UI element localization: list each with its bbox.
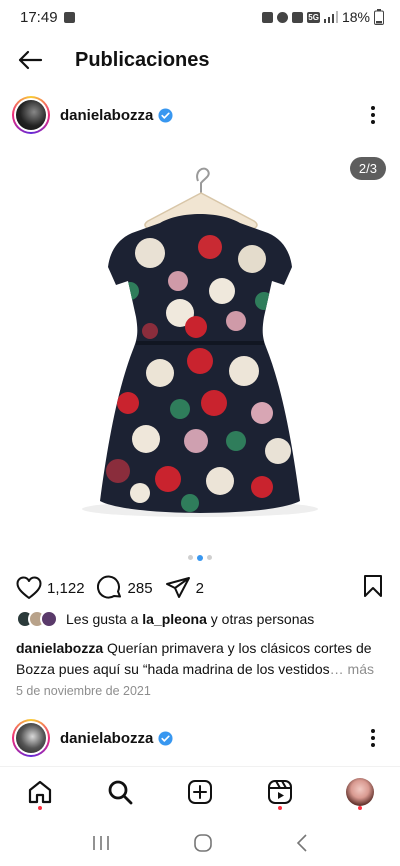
add-post-icon bbox=[188, 779, 212, 804]
signal-icon bbox=[323, 11, 338, 23]
likes-count[interactable]: 1,122 bbox=[47, 580, 85, 597]
search-icon bbox=[108, 780, 133, 804]
system-navigation bbox=[0, 820, 400, 866]
more-options-button[interactable] bbox=[358, 723, 388, 753]
save-button[interactable] bbox=[362, 574, 384, 602]
liked-by-user[interactable]: la_pleona bbox=[142, 611, 207, 627]
comments-count[interactable]: 285 bbox=[128, 580, 153, 597]
avatar[interactable] bbox=[12, 96, 50, 134]
post-caption: danielabozza Querían primavera y los clá… bbox=[16, 638, 386, 680]
page-title: Publicaciones bbox=[75, 48, 210, 71]
network-type: 5G bbox=[307, 11, 320, 23]
nav-create[interactable] bbox=[180, 772, 220, 812]
lock-icon bbox=[262, 11, 274, 23]
notification-icon bbox=[63, 11, 75, 23]
arrow-left-icon bbox=[18, 50, 43, 70]
post-date: 5 de noviembre de 2021 bbox=[16, 684, 151, 698]
comment-button[interactable]: 285 bbox=[96, 575, 153, 601]
nav-reels[interactable] bbox=[260, 772, 300, 812]
carousel-dot bbox=[188, 555, 193, 560]
battery-percent: 18% bbox=[341, 9, 370, 25]
home-icon bbox=[28, 780, 52, 803]
recent-apps-icon[interactable] bbox=[91, 834, 111, 852]
bottom-navigation bbox=[0, 766, 400, 816]
back-button[interactable] bbox=[0, 38, 60, 82]
like-button[interactable]: 1,122 bbox=[16, 576, 85, 600]
liked-by-suffix[interactable]: y otras personas bbox=[211, 611, 315, 627]
verified-badge-icon bbox=[158, 107, 173, 123]
notification-dot bbox=[358, 805, 362, 810]
carousel-dot bbox=[207, 555, 212, 560]
caption-more-link[interactable]: … más bbox=[330, 661, 374, 677]
bookmark-icon bbox=[364, 575, 382, 597]
liked-by-prefix: Les gusta a bbox=[66, 611, 139, 627]
status-bar: 17:49 5G 18% bbox=[0, 0, 400, 34]
next-post-username[interactable]: danielabozza bbox=[60, 730, 153, 747]
liked-by-text: Les gusta a la_pleona y otras personas bbox=[66, 611, 314, 627]
caption-username[interactable]: danielabozza bbox=[16, 640, 103, 656]
more-vertical-icon bbox=[371, 106, 375, 124]
share-button[interactable]: 2 bbox=[165, 576, 204, 600]
alarm-icon bbox=[277, 11, 289, 23]
battery-icon bbox=[374, 9, 384, 25]
send-icon bbox=[165, 577, 190, 598]
back-chevron-icon[interactable] bbox=[295, 833, 309, 853]
post-username[interactable]: danielabozza bbox=[60, 107, 153, 124]
heart-icon bbox=[16, 576, 42, 599]
liker-avatar bbox=[40, 610, 58, 628]
nav-home[interactable] bbox=[20, 772, 60, 812]
home-circle-icon[interactable] bbox=[193, 833, 213, 853]
dress-photo bbox=[82, 167, 318, 517]
comment-icon bbox=[96, 575, 121, 599]
nav-search[interactable] bbox=[100, 772, 140, 812]
notification-dot bbox=[278, 805, 282, 810]
slide-counter: 2/3 bbox=[349, 157, 386, 180]
shares-count[interactable]: 2 bbox=[196, 580, 204, 597]
post-actions: 1,122 285 2 bbox=[0, 570, 400, 606]
notification-dot bbox=[38, 805, 42, 810]
vibrate-icon bbox=[292, 11, 304, 23]
more-vertical-icon bbox=[371, 729, 375, 747]
status-time: 17:49 bbox=[20, 8, 58, 26]
verified-badge-icon bbox=[158, 730, 173, 746]
liked-by-row[interactable]: Les gusta a la_pleona y otras personas bbox=[16, 610, 314, 628]
nav-profile[interactable] bbox=[340, 772, 380, 812]
carousel-indicator bbox=[0, 554, 400, 561]
page-header: Publicaciones bbox=[0, 38, 400, 82]
reels-icon bbox=[268, 779, 292, 804]
carousel-dot-active bbox=[197, 554, 203, 561]
avatar[interactable] bbox=[12, 719, 50, 757]
post-image[interactable]: 2/3 bbox=[0, 141, 400, 541]
profile-avatar bbox=[346, 777, 374, 806]
post-header: danielabozza bbox=[0, 90, 400, 140]
next-post-header: danielabozza bbox=[0, 713, 400, 763]
more-options-button[interactable] bbox=[358, 100, 388, 130]
